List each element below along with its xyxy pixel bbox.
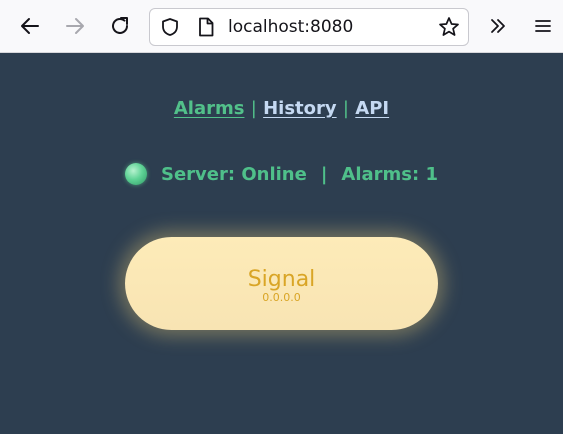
overflow-button[interactable] bbox=[482, 10, 514, 42]
reload-icon bbox=[112, 17, 128, 34]
shield-icon[interactable] bbox=[158, 9, 182, 45]
forward-arrow-icon bbox=[66, 18, 84, 34]
server-status: Server: Online bbox=[161, 163, 307, 185]
version-label: 0.0.0.0 bbox=[262, 290, 301, 304]
menu-button[interactable] bbox=[527, 10, 559, 42]
reload-button[interactable] bbox=[104, 10, 136, 42]
double-chevron-icon bbox=[491, 19, 505, 33]
url-text[interactable]: localhost:8080 bbox=[228, 9, 353, 45]
signal-button-label: Signal bbox=[247, 266, 316, 292]
signal-button[interactable]: Signal 0.0.0.0 bbox=[125, 237, 438, 330]
page-nav: Alarms | History | API bbox=[0, 98, 563, 119]
browser-toolbar: localhost:8080 bbox=[0, 0, 563, 53]
nav-link-alarms[interactable]: Alarms bbox=[174, 98, 245, 119]
alarms-count: Alarms: 1 bbox=[341, 163, 438, 185]
address-bar[interactable]: localhost:8080 bbox=[149, 8, 469, 46]
forward-button[interactable] bbox=[59, 10, 91, 42]
nav-link-api[interactable]: API bbox=[355, 98, 389, 119]
bookmark-star-icon[interactable] bbox=[436, 9, 462, 45]
hamburger-menu-icon bbox=[535, 20, 551, 32]
nav-separator: | bbox=[250, 98, 257, 119]
page-icon[interactable] bbox=[194, 9, 218, 45]
back-arrow-icon bbox=[21, 18, 39, 34]
nav-link-history[interactable]: History bbox=[263, 98, 337, 119]
back-button[interactable] bbox=[14, 10, 46, 42]
nav-separator: | bbox=[342, 98, 349, 119]
status-bar: Server: Online | Alarms: 1 bbox=[0, 160, 563, 188]
status-indicator-icon bbox=[125, 163, 147, 185]
status-divider: | bbox=[320, 163, 328, 185]
